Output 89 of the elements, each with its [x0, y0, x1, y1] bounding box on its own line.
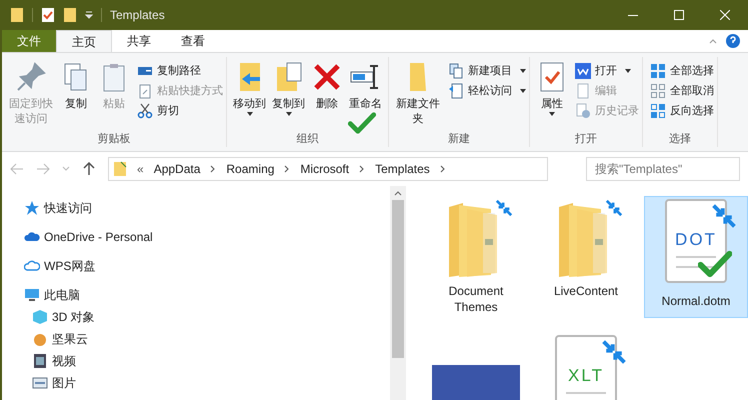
chevron-right-icon[interactable] — [359, 165, 366, 173]
scissors-icon — [137, 103, 153, 119]
ribbon-button[interactable]: 重命名 — [346, 57, 385, 112]
ribbon-tab[interactable]: 主页 — [56, 30, 112, 52]
new-item-icon — [448, 63, 464, 79]
address-bar[interactable]: « AppData Roaming Microsoft Templates — [108, 157, 548, 181]
ribbon-button[interactable]: 删除 — [308, 57, 346, 112]
group-label: 选择 — [668, 132, 692, 146]
cube-icon — [32, 309, 48, 325]
sync-arrows-icon — [711, 203, 737, 229]
file-item[interactable]: Document Themes — [424, 196, 528, 318]
edit-icon — [575, 83, 591, 99]
nut-icon — [32, 331, 48, 347]
ribbon-tab[interactable]: 共享 — [112, 30, 166, 52]
nav-item[interactable]: 快速访问 — [2, 197, 390, 219]
caret-icon — [246, 112, 252, 116]
invert-grid-icon — [650, 103, 666, 119]
grid-outline-icon — [650, 83, 666, 99]
history-icon — [575, 103, 591, 119]
nav-item[interactable]: 视频 — [2, 350, 390, 372]
nav-item[interactable]: 3D 对象 — [2, 306, 390, 328]
ribbon-button[interactable]: 反向选择 — [650, 101, 714, 121]
breadcrumb[interactable]: Roaming — [226, 160, 274, 178]
ribbon-tab[interactable]: 查看 — [166, 30, 220, 52]
group-label: 组织 — [296, 132, 320, 146]
picture-icon — [32, 375, 48, 391]
caret-icon — [286, 112, 292, 116]
ribbon-button[interactable]: 打开 — [575, 61, 639, 81]
nav-item[interactable]: 坚果云 — [2, 328, 390, 350]
folder-icon — [63, 7, 77, 23]
breadcrumb[interactable]: AppData — [154, 160, 200, 178]
file-name: Normal.dotm — [660, 293, 732, 309]
caret-icon — [625, 69, 631, 73]
file-item[interactable]: DOT Normal.dotm — [644, 196, 748, 318]
ribbon-button[interactable]: 新建项目 — [448, 61, 526, 81]
file-item[interactable]: LiveContent — [534, 196, 638, 318]
check-mark-icon — [348, 112, 376, 134]
app-icon — [575, 63, 591, 79]
overflow-chevrons[interactable]: « — [137, 160, 144, 178]
sync-arrows-icon — [601, 339, 627, 365]
scrollbar[interactable] — [390, 186, 406, 400]
ribbon-button[interactable]: 轻松访问 — [448, 81, 526, 101]
chevron-right-icon[interactable] — [210, 165, 216, 173]
up-arrow-icon[interactable] — [82, 162, 96, 176]
ribbon-tab[interactable]: 文件 — [2, 30, 56, 52]
shortcut-icon — [137, 83, 153, 99]
grid-icon — [650, 63, 666, 79]
group-label: 新建 — [447, 132, 471, 146]
breadcrumb[interactable]: Templates — [375, 160, 430, 178]
nav-item[interactable]: WPS网盘 — [2, 255, 390, 277]
file-name: LiveContent — [552, 283, 620, 299]
search-field[interactable]: 搜索"Templates" — [586, 157, 740, 181]
ribbon-button[interactable]: 移动到 — [230, 57, 269, 116]
ribbon-button[interactable]: 剪切 — [137, 101, 223, 121]
check-mark-icon — [698, 250, 732, 278]
group-label: 打开 — [574, 132, 598, 146]
caret-icon — [520, 89, 526, 93]
ribbon-button[interactable]: 全部选择 — [650, 61, 714, 81]
ribbon-button[interactable]: 全部取消 — [650, 81, 714, 101]
caret-icon — [549, 112, 555, 116]
ribbon-button[interactable]: 复制路径 — [137, 61, 223, 81]
easy-access-icon — [448, 83, 464, 99]
nav-item[interactable]: OneDrive - Personal — [2, 226, 390, 248]
chevron-right-icon[interactable] — [284, 165, 290, 173]
window-title: Templates — [110, 7, 165, 24]
ribbon-button[interactable]: 复制到 — [269, 57, 308, 116]
file-type-label: XLT — [568, 367, 604, 384]
pin-icon — [15, 61, 47, 93]
ribbon-button[interactable]: 属性 — [533, 57, 571, 116]
sync-arrows-icon — [605, 199, 623, 217]
nav-item[interactable]: 图片 — [2, 372, 390, 394]
ribbon-button[interactable]: 复制 — [57, 57, 95, 112]
properties-icon — [41, 7, 55, 23]
caret-icon — [520, 69, 526, 73]
film-icon — [32, 353, 48, 369]
sync-arrows-icon — [495, 199, 513, 217]
folder-icon — [113, 161, 127, 177]
close-icon — [720, 10, 730, 20]
ribbon-button[interactable]: 新建文件夹 — [392, 57, 444, 127]
star-icon — [24, 200, 40, 216]
group-label: 剪贴板 — [96, 132, 132, 146]
file-type-label: DOT — [675, 231, 717, 248]
breadcrumb[interactable]: Microsoft — [300, 160, 350, 178]
dropdown-icon — [85, 11, 93, 19]
monitor-icon — [24, 287, 40, 303]
nav-item[interactable]: 此电脑 — [2, 284, 390, 306]
file-name: Document Themes — [448, 283, 504, 315]
chevron-right-icon[interactable] — [440, 165, 446, 173]
folder-icon — [10, 7, 24, 23]
